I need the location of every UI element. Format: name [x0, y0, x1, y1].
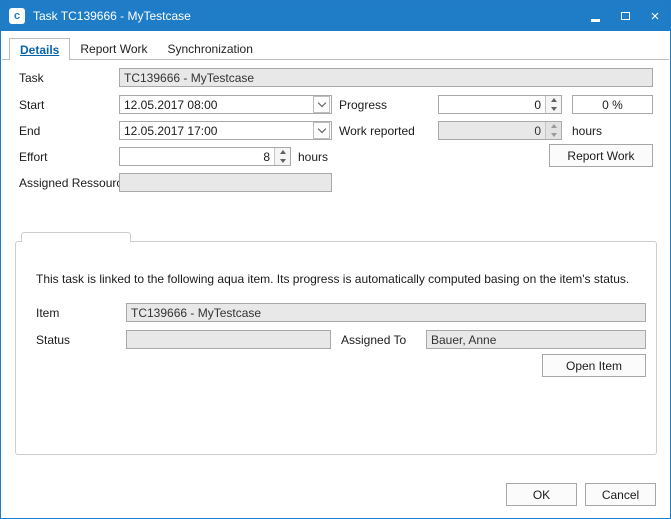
work-reported-spinner: 0	[438, 121, 562, 140]
progress-spin-up[interactable]	[546, 96, 561, 105]
chevron-down-icon	[317, 125, 325, 133]
end-dropdown-button[interactable]	[313, 122, 330, 139]
progress-spin-buttons	[545, 96, 561, 113]
progress-percent-value: 0 %	[573, 98, 652, 112]
start-date-value: 12.05.2017 08:00	[120, 98, 312, 112]
item-field: TC139666 - MyTestcase	[126, 303, 646, 322]
spin-up-icon	[280, 150, 286, 154]
spin-down-icon	[280, 159, 286, 163]
assigned-to-value: Bauer, Anne	[427, 333, 645, 347]
task-dialog-window: c Task TC139666 - MyTestcase × Details R…	[0, 0, 671, 519]
progress-spinner[interactable]: 0	[438, 95, 562, 114]
start-dropdown-button[interactable]	[313, 96, 330, 113]
tab-strip: Details Report Work Synchronization	[9, 38, 263, 60]
close-button[interactable]: ×	[640, 1, 670, 31]
work-reported-label: Work reported	[339, 124, 415, 138]
assigned-to-label: Assigned To	[341, 333, 406, 347]
progress-value: 0	[439, 98, 545, 112]
task-field: TC139666 - MyTestcase	[119, 68, 653, 87]
progress-percent-field[interactable]: 0 %	[572, 95, 653, 114]
end-label: End	[19, 124, 40, 138]
work-reported-spin-up	[546, 122, 561, 131]
tab-synchronization[interactable]: Synchronization	[158, 38, 263, 59]
end-date-value: 12.05.2017 17:00	[120, 124, 312, 138]
window-controls: ×	[580, 1, 670, 31]
effort-unit-label: hours	[298, 150, 328, 164]
tab-report-work[interactable]: Report Work	[70, 38, 157, 59]
app-icon: c	[9, 8, 25, 24]
task-label: Task	[19, 71, 44, 85]
status-field	[126, 330, 331, 349]
assigned-ressource-field	[119, 173, 332, 192]
spin-up-icon	[551, 124, 557, 128]
close-icon: ×	[651, 9, 660, 24]
effort-spin-buttons	[274, 148, 290, 165]
minimize-button[interactable]	[580, 1, 610, 31]
linked-item-info-text: This task is linked to the following aqu…	[36, 272, 648, 286]
maximize-button[interactable]	[610, 1, 640, 31]
cancel-button[interactable]: Cancel	[585, 483, 656, 506]
progress-label: Progress	[339, 98, 387, 112]
task-value: TC139666 - MyTestcase	[120, 71, 652, 85]
work-reported-spin-buttons	[545, 122, 561, 139]
progress-spin-down[interactable]	[546, 105, 561, 114]
assigned-to-field: Bauer, Anne	[426, 330, 646, 349]
ok-button[interactable]: OK	[506, 483, 577, 506]
item-label: Item	[36, 306, 59, 320]
work-reported-spin-down	[546, 131, 561, 140]
effort-spin-up[interactable]	[275, 148, 290, 157]
start-date-combo[interactable]: 12.05.2017 08:00	[119, 95, 332, 114]
spin-down-icon	[551, 107, 557, 111]
effort-value: 8	[120, 150, 274, 164]
maximize-icon	[621, 12, 630, 20]
open-item-button[interactable]: Open Item	[542, 354, 646, 377]
tab-details[interactable]: Details	[9, 38, 70, 60]
status-label: Status	[36, 333, 70, 347]
titlebar[interactable]: c Task TC139666 - MyTestcase ×	[1, 1, 670, 31]
start-label: Start	[19, 98, 44, 112]
groupbox-caption-notch	[21, 232, 131, 242]
report-work-button[interactable]: Report Work	[549, 144, 653, 167]
assigned-ressource-label: Assigned Ressource	[19, 176, 129, 190]
work-reported-unit-label: hours	[572, 124, 602, 138]
spin-up-icon	[551, 98, 557, 102]
chevron-down-icon	[317, 99, 325, 107]
minimize-icon	[591, 19, 600, 22]
window-title: Task TC139666 - MyTestcase	[33, 9, 191, 23]
spin-down-icon	[551, 133, 557, 137]
item-value: TC139666 - MyTestcase	[127, 306, 645, 320]
effort-spinner[interactable]: 8	[119, 147, 291, 166]
effort-label: Effort	[19, 150, 47, 164]
work-reported-value: 0	[439, 124, 545, 138]
end-date-combo[interactable]: 12.05.2017 17:00	[119, 121, 332, 140]
effort-spin-down[interactable]	[275, 157, 290, 166]
